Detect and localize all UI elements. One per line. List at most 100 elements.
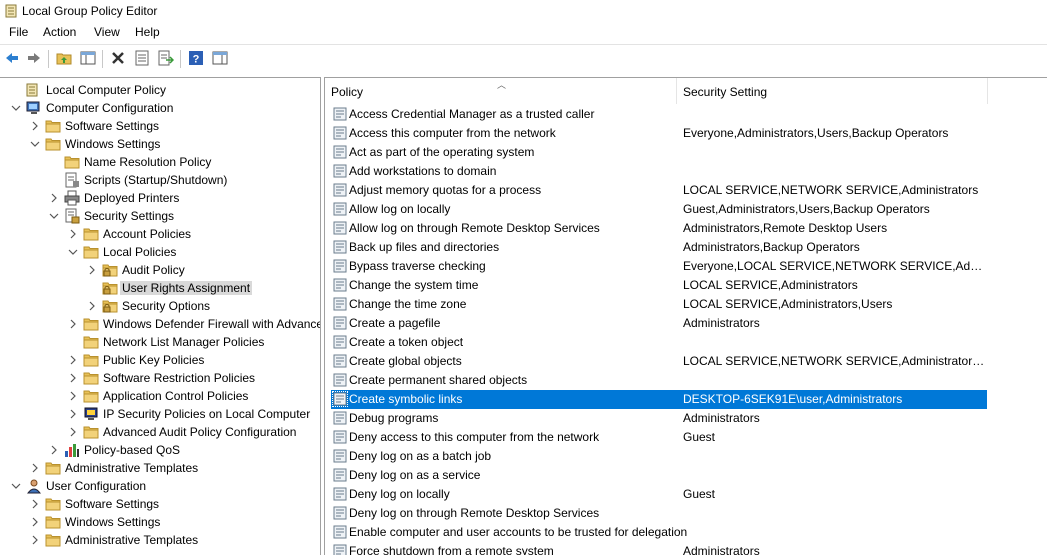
tree-item-user-configuration[interactable]: User Configuration: [0, 477, 320, 495]
tree-item-administrative-templates[interactable]: Administrative Templates: [0, 531, 320, 549]
policy-row[interactable]: Create permanent shared objects: [331, 371, 987, 390]
policy-row[interactable]: Create symbolic links DESKTOP-6SEK91E\use…: [331, 390, 987, 409]
expanded-arrow-icon[interactable]: [30, 138, 40, 148]
policy-row[interactable]: Change the time zone LOCAL SERVICE,Admini…: [331, 295, 987, 314]
tree-item-ip-security-policies-on-local-computer[interactable]: IP Security Policies on Local Computer: [0, 405, 320, 423]
tree-item-network-list-manager-policies[interactable]: Network List Manager Policies: [0, 333, 320, 351]
policy-row[interactable]: Bypass traverse checking Everyone,LOCAL S…: [331, 257, 987, 276]
column-header-security-setting[interactable]: Security Setting: [676, 78, 987, 104]
user-config-icon: [26, 478, 42, 494]
show-hide-action-pane-button[interactable]: [212, 50, 228, 66]
collapsed-arrow-icon[interactable]: [68, 408, 78, 419]
folder-icon: [83, 388, 99, 404]
collapsed-arrow-icon[interactable]: [68, 228, 78, 239]
collapsed-arrow-icon[interactable]: [87, 264, 97, 275]
collapsed-arrow-icon[interactable]: [68, 372, 78, 383]
tree-item-account-policies[interactable]: Account Policies: [0, 225, 320, 243]
policy-setting-icon: [333, 487, 347, 501]
tree-item-policy-based-qos[interactable]: Policy-based QoS: [0, 441, 320, 459]
policy-row[interactable]: Add workstations to domain: [331, 162, 987, 181]
show-hide-console-tree-button[interactable]: [80, 50, 96, 66]
policy-row[interactable]: Create global objects LOCAL SERVICE,NETWO…: [331, 352, 987, 371]
policy-row[interactable]: Access this computer from the network Eve…: [331, 124, 987, 143]
collapsed-arrow-icon[interactable]: [87, 300, 97, 311]
menu-view[interactable]: View: [94, 25, 120, 39]
back-button[interactable]: [4, 50, 20, 66]
policy-row[interactable]: Deny log on as a batch job: [331, 447, 987, 466]
policy-row[interactable]: Deny log on locally Guest: [331, 485, 987, 504]
policy-row[interactable]: Debug programs Administrators: [331, 409, 987, 428]
expanded-arrow-icon[interactable]: [49, 210, 59, 220]
tree-item-user-rights-assignment[interactable]: User Rights Assignment: [0, 279, 320, 297]
policy-row[interactable]: Access Credential Manager as a trusted c…: [331, 105, 987, 124]
tree-item-windows-settings[interactable]: Windows Settings: [0, 513, 320, 531]
policy-row[interactable]: Deny log on as a service: [331, 466, 987, 485]
properties-button[interactable]: [134, 50, 150, 66]
policy-row[interactable]: Deny access to this computer from the ne…: [331, 428, 987, 447]
collapsed-arrow-icon[interactable]: [49, 444, 59, 455]
policy-row[interactable]: Change the system time LOCAL SERVICE,Admi…: [331, 276, 987, 295]
tree-item-name-resolution-policy[interactable]: Name Resolution Policy: [0, 153, 320, 171]
policy-list[interactable]: Policy ︿ Security Setting Access Credent…: [324, 77, 1047, 555]
policy-row[interactable]: Deny log on through Remote Desktop Servi…: [331, 504, 987, 523]
security-setting-value: Guest: [683, 487, 716, 501]
menu-file[interactable]: File: [9, 25, 28, 39]
tree-item-software-settings[interactable]: Software Settings: [0, 117, 320, 135]
tree-item-local-policies[interactable]: Local Policies: [0, 243, 320, 261]
tree-item-software-restriction-policies[interactable]: Software Restriction Policies: [0, 369, 320, 387]
policy-setting-icon: [333, 278, 347, 292]
export-list-button[interactable]: [158, 50, 174, 66]
security-setting-value: Administrators: [683, 411, 760, 425]
tree-item-security-settings[interactable]: Security Settings: [0, 207, 320, 225]
tree-item-audit-policy[interactable]: Audit Policy: [0, 261, 320, 279]
collapsed-arrow-icon[interactable]: [49, 192, 59, 203]
tree-item-application-control-policies[interactable]: Application Control Policies: [0, 387, 320, 405]
delete-button[interactable]: [110, 50, 126, 66]
policy-row[interactable]: Enable computer and user accounts to be …: [331, 523, 987, 542]
menu-help[interactable]: Help: [135, 25, 160, 39]
collapsed-arrow-icon[interactable]: [68, 354, 78, 365]
back-icon: [6, 53, 18, 63]
expanded-arrow-icon[interactable]: [68, 246, 78, 256]
toolbar: ?: [0, 44, 1047, 73]
expanded-arrow-icon[interactable]: [11, 102, 21, 112]
forward-button[interactable]: [26, 50, 42, 66]
menu-action[interactable]: Action: [43, 25, 76, 39]
expanded-arrow-icon[interactable]: [11, 480, 21, 490]
tree-item-label: Security Settings: [84, 209, 175, 223]
tree-item-local-computer-policy[interactable]: Local Computer Policy: [0, 81, 320, 99]
policy-row[interactable]: Allow log on locally Guest,Administrators…: [331, 200, 987, 219]
tree-item-windows-settings[interactable]: Windows Settings: [0, 135, 320, 153]
policy-row[interactable]: Allow log on through Remote Desktop Serv…: [331, 219, 987, 238]
policy-row[interactable]: Create a token object: [331, 333, 987, 352]
policy-row[interactable]: Act as part of the operating system: [331, 143, 987, 162]
policy-row[interactable]: Back up files and directories Administrat…: [331, 238, 987, 257]
tree-item-administrative-templates[interactable]: Administrative Templates: [0, 459, 320, 477]
collapsed-arrow-icon[interactable]: [30, 462, 40, 473]
collapsed-arrow-icon[interactable]: [68, 390, 78, 401]
collapsed-arrow-icon[interactable]: [30, 120, 40, 131]
policy-name: Deny log on locally: [349, 487, 450, 501]
collapsed-arrow-icon[interactable]: [68, 318, 78, 329]
tree-item-windows-defender-firewall-with-advanced-security[interactable]: Windows Defender Firewall with Advanced …: [0, 315, 320, 333]
tree-item-computer-configuration[interactable]: Computer Configuration: [0, 99, 320, 117]
tree-item-label: Local Computer Policy: [46, 83, 167, 97]
policy-row[interactable]: Adjust memory quotas for a process LOCAL …: [331, 181, 987, 200]
policy-row[interactable]: Create a pagefile Administrators: [331, 314, 987, 333]
up-one-level-button[interactable]: [56, 50, 72, 66]
collapsed-arrow-icon[interactable]: [68, 426, 78, 437]
tree-item-advanced-audit-policy-configuration[interactable]: Advanced Audit Policy Configuration: [0, 423, 320, 441]
tree-item-public-key-policies[interactable]: Public Key Policies: [0, 351, 320, 369]
tree-item-scripts-startup-shutdown[interactable]: Scripts (Startup/Shutdown): [0, 171, 320, 189]
collapsed-arrow-icon[interactable]: [30, 516, 40, 527]
collapsed-arrow-icon[interactable]: [30, 498, 40, 509]
column-header-policy[interactable]: Policy ︿: [325, 78, 675, 104]
tree-item-deployed-printers[interactable]: Deployed Printers: [0, 189, 320, 207]
policy-row[interactable]: Force shutdown from a remote system Admin…: [331, 542, 987, 555]
console-tree[interactable]: Local Computer Policy Computer Configurat…: [0, 77, 321, 555]
tree-item-software-settings[interactable]: Software Settings: [0, 495, 320, 513]
collapsed-arrow-icon[interactable]: [30, 534, 40, 545]
folder-icon: [83, 352, 99, 368]
tree-item-security-options[interactable]: Security Options: [0, 297, 320, 315]
help-button[interactable]: ?: [188, 50, 204, 66]
